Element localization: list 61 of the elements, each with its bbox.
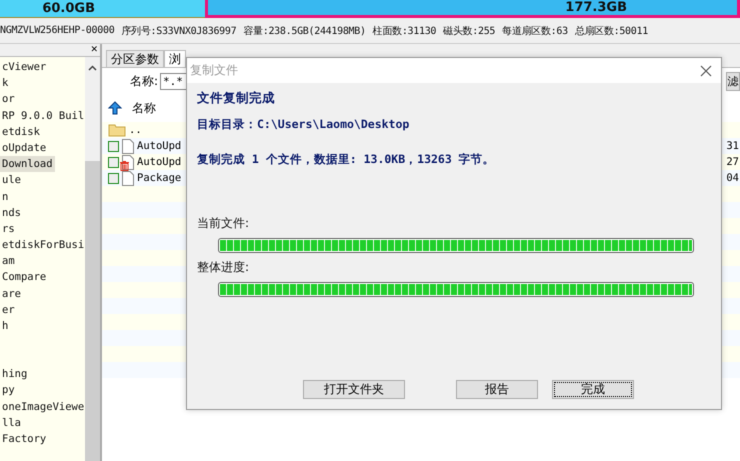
tree-item[interactable]: cViewer — [0, 59, 48, 76]
tree-item[interactable]: Compare — [0, 269, 48, 286]
tree-item[interactable]: or — [0, 91, 17, 108]
disk-info-text: NGMZVLW256HEHP-00000 — [0, 25, 114, 36]
dialog-title: 复制文件 — [190, 62, 238, 79]
disk-info-text: 柱面数:31130 — [372, 24, 436, 38]
scroll-up-icon[interactable] — [88, 65, 97, 71]
file-name[interactable]: AutoUpd — [137, 156, 182, 168]
file-name[interactable]: AutoUpd — [137, 140, 182, 152]
scrollbar[interactable] — [85, 57, 100, 461]
summary-text: 复制完成 1 个文件，数据里: 13.0KB，13263 字节。 — [197, 152, 496, 167]
tree-item[interactable]: k — [0, 75, 10, 92]
tree-item[interactable]: er — [0, 302, 17, 318]
table-cell: 04 — [726, 172, 740, 184]
tree-item[interactable]: Download — [0, 156, 55, 172]
disk-info-text: 序列号:S33VNX0J836997 — [121, 24, 236, 38]
checkbox[interactable] — [108, 172, 119, 184]
tab[interactable]: 分区参数 — [106, 50, 164, 67]
tree-item[interactable]: etdiskForBusi — [0, 237, 85, 254]
tree-item[interactable]: Factory — [0, 430, 48, 448]
tree-item[interactable]: am — [0, 253, 17, 270]
tree-item[interactable]: py — [0, 382, 17, 399]
tab[interactable]: 浏 — [164, 50, 186, 67]
dialog-heading: 文件复制完成 — [197, 90, 276, 107]
dialog-button[interactable]: 报告 — [456, 380, 538, 399]
tree-item[interactable]: RP 9.0.0 Buil — [0, 108, 85, 124]
tree-item[interactable]: rs — [0, 220, 17, 238]
tree-item[interactable]: hing — [0, 366, 30, 382]
tree-item[interactable]: lla — [0, 414, 23, 431]
tree-item[interactable]: are — [0, 286, 23, 302]
dialog-button[interactable]: 打开文件夹 — [303, 380, 405, 399]
partition-segment[interactable]: 60.0GB — [0, 0, 205, 18]
close-icon[interactable]: ✕ — [90, 45, 100, 55]
disk-info-text: 容量:238.5GB(244198MB) — [243, 24, 366, 38]
file-name[interactable]: Package — [137, 172, 182, 184]
tree-item[interactable]: etdisk — [0, 124, 42, 140]
partition-segment[interactable]: 177.3GB — [205, 0, 740, 18]
dialog-button[interactable]: 完成 — [552, 380, 634, 399]
tree-item[interactable]: n — [0, 188, 10, 205]
disk-info-text: 每道扇区数:63 — [502, 24, 568, 38]
progress-label: 整体进度: — [197, 259, 250, 276]
filter-button[interactable]: 滤 — [726, 72, 740, 90]
table-cell: 31 — [726, 140, 740, 152]
tree-item[interactable]: h — [0, 318, 10, 334]
tree-item[interactable]: nds — [0, 204, 23, 221]
tree-item[interactable]: oneImageViewe — [0, 398, 85, 415]
progress-label: 当前文件: — [197, 215, 250, 232]
checkbox[interactable] — [108, 140, 119, 152]
up-arrow-icon[interactable] — [108, 101, 122, 115]
tree-item[interactable]: ule — [0, 172, 23, 188]
tree-item[interactable]: oUpdate — [0, 140, 48, 156]
disk-info-text: 磁头数:255 — [443, 24, 496, 38]
file-name[interactable]: .. — [129, 124, 142, 136]
scroll-thumb[interactable] — [85, 161, 100, 461]
close-icon[interactable] — [700, 64, 712, 76]
column-header[interactable]: 名称 — [132, 100, 156, 116]
checkbox[interactable] — [108, 156, 119, 168]
target-path-text: 目标目录：C:\Users\Laomo\Desktop — [197, 117, 410, 132]
table-cell: 27 — [726, 156, 740, 168]
filter-label: 名称: — [130, 72, 158, 90]
disk-info-text: 总扇区数:50011 — [574, 24, 648, 38]
